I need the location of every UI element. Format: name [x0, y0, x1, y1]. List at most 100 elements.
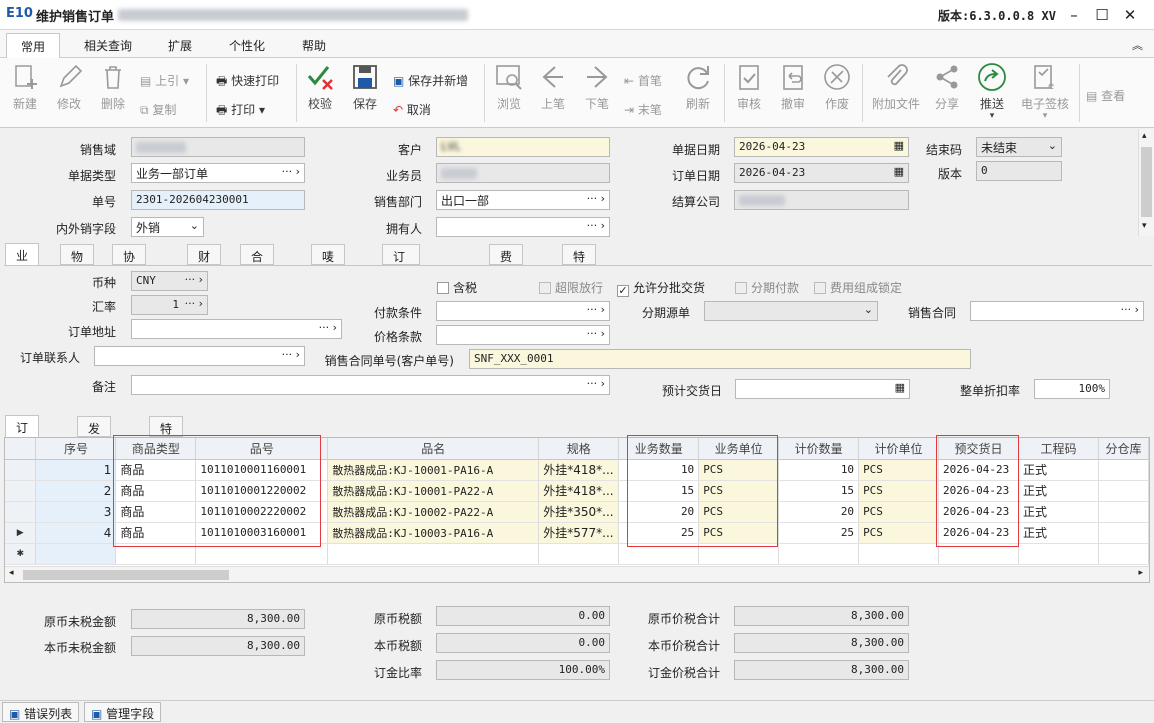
owner-field[interactable]: ··· › — [436, 217, 610, 237]
installment-src-select[interactable]: ⌄ — [704, 301, 878, 321]
row-selector[interactable] — [5, 459, 37, 481]
cell-price-unit[interactable]: PCS — [858, 480, 939, 502]
tab-fee-composition[interactable]: 费用组成 — [489, 244, 524, 315]
close-code-select[interactable]: 未结束 ⌄ — [976, 137, 1062, 157]
cell-spec[interactable]: 外挂*577*... — [538, 522, 620, 544]
rate-field[interactable]: 1 ··· › — [131, 295, 208, 315]
table-row[interactable]: ▶ 4 商品 1011010003160001 散热器成品:KJ-10003-P… — [5, 522, 1150, 544]
save-button[interactable]: 保存 — [348, 62, 382, 112]
cell-price-qty[interactable]: 15 — [778, 480, 860, 502]
last-button[interactable]: ⇥ 末笔 — [624, 101, 662, 118]
col-header-qty[interactable]: 业务数量 — [618, 438, 700, 460]
first-button[interactable]: ⇤ 首笔 — [624, 72, 662, 89]
menu-help[interactable]: 帮助 — [302, 37, 326, 54]
cell-spec[interactable]: 外挂*418*... — [538, 459, 620, 481]
settle-company-field[interactable] — [734, 190, 909, 210]
contract-no-field[interactable]: SNF_XXX_0001 — [469, 349, 971, 369]
void-button[interactable]: 作废 — [820, 62, 854, 112]
verify-button[interactable]: 校验 — [303, 62, 337, 112]
cell-price-qty[interactable]: 20 — [778, 501, 860, 523]
expected-delivery-field[interactable]: ▦ — [735, 379, 910, 399]
cell-type[interactable]: 商品 — [115, 480, 197, 502]
cell-price-unit[interactable]: PCS — [858, 459, 939, 481]
cell-unit[interactable]: PCS — [698, 480, 780, 502]
cell-price-qty[interactable]: 25 — [778, 522, 860, 544]
copy-button[interactable]: ⧉ 复制 — [140, 101, 176, 118]
cell-type[interactable]: 商品 — [115, 501, 197, 523]
order-date-field[interactable]: 2026-04-23 ▦ — [734, 163, 909, 183]
cell-qty[interactable]: 15 — [618, 480, 700, 502]
cell-unit[interactable]: PCS — [698, 522, 780, 544]
over-limit-checkbox[interactable]: 超限放行 — [539, 279, 603, 296]
push-button[interactable]: 推送 ▾ — [974, 62, 1010, 121]
col-header-sub-warehouse[interactable]: 分仓库 — [1098, 438, 1150, 460]
new-row-icon[interactable]: ✱ — [5, 543, 37, 565]
doc-no-field[interactable]: 2301-202604230001 — [131, 190, 305, 210]
maximize-icon[interactable]: ☐ — [1091, 4, 1113, 26]
local-total-field[interactable]: 8,300.00 — [734, 633, 909, 653]
col-header-spec[interactable]: 规格 — [538, 438, 620, 460]
cell-qty[interactable]: 10 — [618, 459, 700, 481]
menu-common[interactable]: 常用 — [6, 33, 61, 59]
orig-untaxed-field[interactable]: 8,300.00 — [131, 609, 305, 629]
dept-field[interactable]: 出口一部 ··· › — [436, 190, 610, 210]
sales-contract-field[interactable]: ··· › — [970, 301, 1144, 321]
version-field[interactable]: 0 — [976, 161, 1062, 181]
row-selector[interactable] — [5, 501, 37, 523]
currency-field[interactable]: CNY ··· › — [131, 271, 208, 291]
col-header-unit[interactable]: 业务单位 — [698, 438, 780, 460]
cell-unit[interactable]: PCS — [698, 459, 780, 481]
cell-unit[interactable]: PCS — [698, 501, 780, 523]
table-row[interactable]: 2 商品 1011010001220002 散热器成品:KJ-10001-PA2… — [5, 480, 1150, 502]
view-button[interactable]: ▤ 查看 — [1086, 87, 1125, 104]
cell-qty[interactable]: 25 — [618, 522, 700, 544]
col-header-price-unit[interactable]: 计价单位 — [858, 438, 939, 460]
contact-field[interactable]: ··· › — [94, 346, 305, 366]
delete-button[interactable]: 删除 — [96, 62, 130, 112]
approve-button[interactable]: 审核 — [732, 62, 766, 112]
cell-price-qty[interactable]: 10 — [778, 459, 860, 481]
deposit-ratio-field[interactable]: 100.00% — [436, 660, 610, 680]
prev-record-button[interactable]: ▤ 上引 ▾ — [140, 72, 189, 89]
allow-split-checkbox[interactable]: ✓ 允许分批交货 — [617, 279, 705, 297]
cell-sub-warehouse[interactable] — [1098, 480, 1150, 502]
cell-code[interactable]: 1011010002220002 — [195, 501, 329, 523]
tab-shipping-mark[interactable]: 唛头信息 — [311, 244, 346, 315]
trade-field-select[interactable]: 外销 ⌄ — [131, 217, 204, 237]
close-icon[interactable]: ✕ — [1119, 4, 1141, 26]
menu-personalize[interactable]: 个性化 — [229, 37, 265, 54]
price-terms-field[interactable]: ··· › — [436, 325, 610, 345]
share-button[interactable]: 分享 — [930, 62, 964, 112]
col-header-no[interactable]: 序号 — [35, 438, 117, 460]
edit-button[interactable]: 修改 — [52, 62, 86, 112]
minimize-icon[interactable]: – — [1063, 4, 1085, 26]
fee-lock-checkbox[interactable]: 费用组成锁定 — [814, 279, 902, 296]
cell-code[interactable]: 1011010001220002 — [195, 480, 329, 502]
refresh-button[interactable]: 刷新 — [681, 62, 715, 112]
cell-project-code[interactable]: 正式 — [1018, 480, 1099, 502]
local-tax-field[interactable]: 0.00 — [436, 633, 610, 653]
save-new-button[interactable]: ▣ 保存并新增 — [393, 72, 468, 89]
cell-spec[interactable]: 外挂*418*... — [538, 480, 620, 502]
tab-delivery-plan[interactable]: 发货计划 — [77, 416, 112, 487]
tab-finance[interactable]: 财务 — [187, 244, 222, 281]
tab-contract-info[interactable]: 合同信息 — [240, 244, 275, 315]
tab-logistics[interactable]: 物流 — [60, 244, 95, 281]
deposit-total-field[interactable]: 8,300.00 — [734, 660, 909, 680]
cell-delivery-date[interactable]: 2026-04-23 — [938, 459, 1019, 481]
orig-tax-field[interactable]: 0.00 — [436, 606, 610, 626]
row-selector[interactable] — [5, 480, 37, 502]
cancel-button[interactable]: ↶ 取消 — [393, 101, 431, 118]
address-field[interactable]: ··· › — [131, 319, 342, 339]
new-row[interactable]: ✱ — [5, 543, 1150, 565]
browse-button[interactable]: 浏览 — [492, 62, 526, 112]
salesman-field[interactable] — [436, 163, 610, 183]
tab-collab-trade[interactable]: 协同交易 — [112, 244, 147, 315]
tab-detail-special-cost[interactable]: 特殊成本 — [149, 416, 184, 487]
pay-terms-field[interactable]: ··· › — [436, 301, 610, 321]
doc-type-field[interactable]: 业务一部订单 ··· › — [131, 163, 305, 183]
cell-price-unit[interactable]: PCS — [858, 522, 939, 544]
table-row[interactable]: 3 商品 1011010002220002 散热器成品:KJ-10002-PA2… — [5, 501, 1150, 523]
unapprove-button[interactable]: 撤审 — [776, 62, 810, 112]
cell-project-code[interactable]: 正式 — [1018, 501, 1099, 523]
